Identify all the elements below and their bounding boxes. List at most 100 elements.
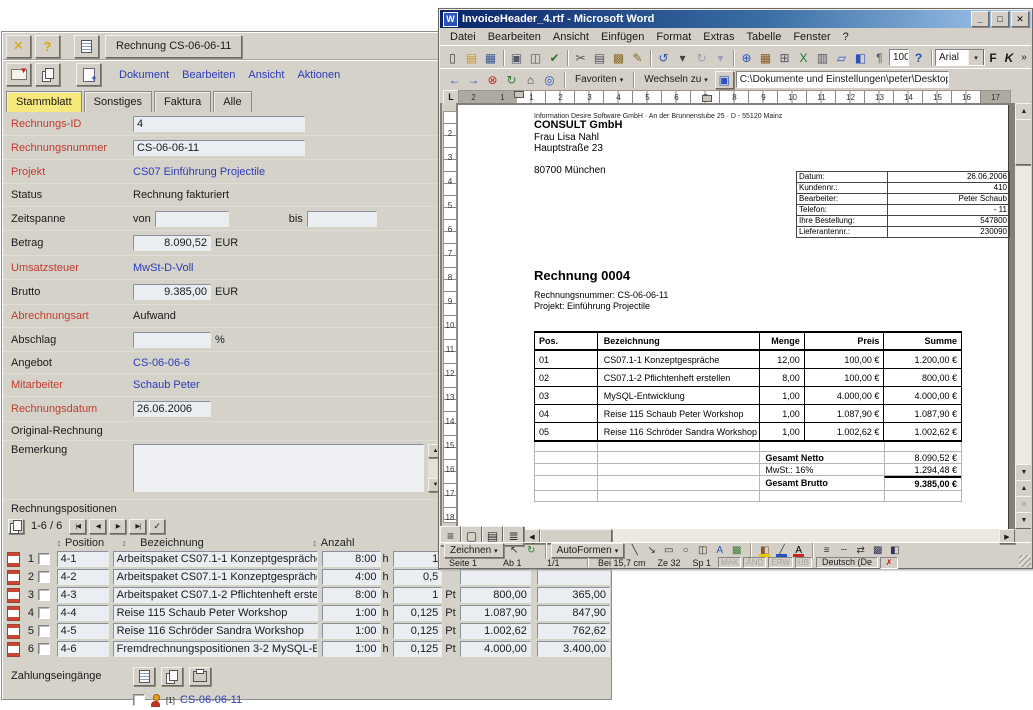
vertical-scrollbar[interactable]: ▲ ▼ ▲ ○ ▼ (1015, 103, 1031, 529)
anzahl-input[interactable]: 8:00 (322, 551, 381, 567)
italic-button[interactable]: K (1001, 49, 1017, 67)
invoice-line-icon[interactable] (7, 570, 20, 585)
tab-sonstiges[interactable]: Sonstiges (84, 91, 152, 112)
word-menu-item-1[interactable]: Bearbeiten (482, 30, 547, 44)
prev-page-button[interactable]: ◀ (89, 519, 106, 534)
select-arrow-icon[interactable]: ↖ (506, 544, 523, 558)
font-color-icon[interactable]: A (790, 544, 807, 558)
free-rotate-icon[interactable]: ↻ (523, 544, 540, 558)
invoice-line-icon[interactable] (7, 624, 20, 639)
select-browse-object-icon[interactable]: ○ (1015, 496, 1031, 513)
von-input[interactable] (155, 211, 229, 227)
arrow-style-icon[interactable]: ⇄ (852, 544, 869, 558)
sort-icon[interactable]: ↕ (118, 538, 130, 548)
arrow-icon[interactable]: ↘ (643, 544, 660, 558)
insert-table-icon[interactable]: ⊞ (775, 49, 794, 67)
tab-faktura[interactable]: Faktura (154, 91, 211, 112)
faktor-input[interactable]: 0,125 (393, 605, 442, 621)
rechnungsnummer-input[interactable]: CS-06-06-11 (133, 140, 305, 156)
first-page-button[interactable]: |◀ (69, 519, 86, 534)
document-map-icon[interactable]: ◧ (851, 49, 870, 67)
app-menu-item-2[interactable]: Ansicht (248, 69, 284, 81)
bis-input[interactable] (307, 211, 377, 227)
minimize-button[interactable]: _ (971, 11, 989, 27)
bemerkung-textarea[interactable] (133, 444, 424, 492)
payment-checkbox[interactable] (133, 694, 145, 706)
payment-copy-button[interactable] (161, 667, 183, 686)
send-button[interactable]: ▼ (6, 63, 31, 86)
new-entry-button[interactable]: + (76, 63, 101, 86)
last-page-button[interactable]: ▶| (129, 519, 146, 534)
undo-dropdown-icon[interactable]: ▾ (673, 49, 692, 67)
row-checkbox[interactable] (38, 625, 50, 637)
scroll-up-icon[interactable]: ▲ (1015, 103, 1031, 120)
document-icon-button[interactable] (74, 35, 99, 58)
line-icon[interactable]: ╲ (626, 544, 643, 558)
word-menu-item-4[interactable]: Format (650, 30, 697, 44)
cut-icon[interactable]: ✂ (571, 49, 590, 67)
forward-icon[interactable]: → (464, 71, 483, 89)
show-web-toolbar-icon[interactable]: ▣ (715, 71, 734, 89)
anzahl-input[interactable]: 8:00 (322, 587, 381, 603)
refresh-icon[interactable]: ↻ (502, 71, 521, 89)
bezeichnung-input[interactable]: Fremdrechnungspositionen 3-2 MySQL-Entw (113, 641, 318, 657)
oval-icon[interactable]: ○ (677, 544, 694, 558)
new-document-icon[interactable]: ▯ (443, 49, 462, 67)
position-input[interactable]: 4-5 (57, 623, 109, 639)
anzahl-input[interactable]: 1:00 (322, 641, 381, 657)
autoformen-button[interactable]: AutoFormen▾ (551, 543, 625, 558)
resize-grip[interactable] (1019, 555, 1031, 567)
preis-input[interactable]: 1.087,90 (460, 605, 531, 621)
row-checkbox[interactable] (38, 607, 50, 619)
row-checkbox[interactable] (38, 589, 50, 601)
back-icon[interactable]: ← (445, 71, 464, 89)
app-menu-item-1[interactable]: Bearbeiten (182, 69, 235, 81)
paste-icon[interactable]: ▩ (609, 49, 628, 67)
insert-excel-icon[interactable]: X (794, 49, 813, 67)
drawing-icon[interactable]: ▱ (832, 49, 851, 67)
next-page-button[interactable]: ▶ (109, 519, 126, 534)
invoice-line-icon[interactable] (7, 552, 20, 567)
rechnungsdatum-input[interactable]: 26.06.2006 (133, 401, 211, 417)
payment-report-button[interactable] (133, 667, 155, 686)
indent-marker-icon[interactable] (514, 91, 524, 98)
copy-document-button[interactable] (35, 63, 60, 86)
horizontal-ruler[interactable]: L 211234567891011121314151617 (440, 89, 1031, 103)
dash-style-icon[interactable]: ┄ (835, 544, 852, 558)
bezeichnung-input[interactable]: Arbeitspaket CS07.1-1 Konzeptgespräche (113, 569, 318, 585)
status-flag-2[interactable]: ERW (768, 557, 793, 568)
print-preview-icon[interactable]: ◫ (526, 49, 545, 67)
spelling-icon[interactable]: ✔ (545, 49, 564, 67)
rectangle-icon[interactable]: ▭ (660, 544, 677, 558)
bezeichnung-input[interactable]: Reise 115 Schaub Peter Workshop (113, 605, 318, 621)
word-menu-item-3[interactable]: Einfügen (595, 30, 650, 44)
copy-rows-button[interactable] (8, 519, 24, 534)
preis-input[interactable]: 4.000,00 (460, 641, 531, 657)
line-color-icon[interactable]: ╱ (773, 544, 790, 558)
status-flag-3[interactable]: ÜB (795, 557, 812, 568)
preis-input[interactable]: 800,00 (460, 587, 531, 603)
open-folder-icon[interactable]: ▤ (462, 49, 481, 67)
vertical-ruler[interactable]: 23456789101112131415161718 (442, 103, 456, 529)
mitarbeiter-link[interactable]: Schaub Peter (133, 379, 200, 391)
bold-button[interactable]: F (985, 49, 1001, 67)
font-select[interactable]: Arial▾ (935, 49, 985, 66)
redo-dropdown-icon[interactable]: ▾ (711, 49, 730, 67)
insert-hyperlink-icon[interactable]: ⊕ (737, 49, 756, 67)
summe-input[interactable]: 365,00 (537, 587, 610, 603)
stop-icon[interactable]: ⊗ (483, 71, 502, 89)
wechseln-zu-button[interactable]: Wechseln zu▾ (639, 72, 713, 88)
angebot-link[interactable]: CS-06-06-6 (133, 357, 190, 369)
bezeichnung-input[interactable]: Arbeitspaket CS07.1-2 Pflichtenheft erst… (113, 587, 318, 603)
position-input[interactable]: 4-3 (57, 587, 109, 603)
summe-input[interactable]: 3.400,00 (537, 641, 610, 657)
window-close-button[interactable]: ✕ (1011, 11, 1029, 27)
scroll-down-icon[interactable]: ▼ (1015, 464, 1031, 481)
copy-icon[interactable]: ▤ (590, 49, 609, 67)
app-menu-item-3[interactable]: Aktionen (297, 69, 340, 81)
close-button[interactable]: ✕ (6, 35, 31, 58)
spelling-status-icon[interactable]: ✗ (880, 557, 898, 569)
window-title-tab[interactable]: Rechnung CS-06-06-11 (105, 35, 242, 58)
address-input[interactable]: C:\Dokumente und Einstellungen\peter\Des… (736, 71, 949, 88)
umsatzsteuer-link[interactable]: MwSt-D-Voll (133, 262, 194, 274)
